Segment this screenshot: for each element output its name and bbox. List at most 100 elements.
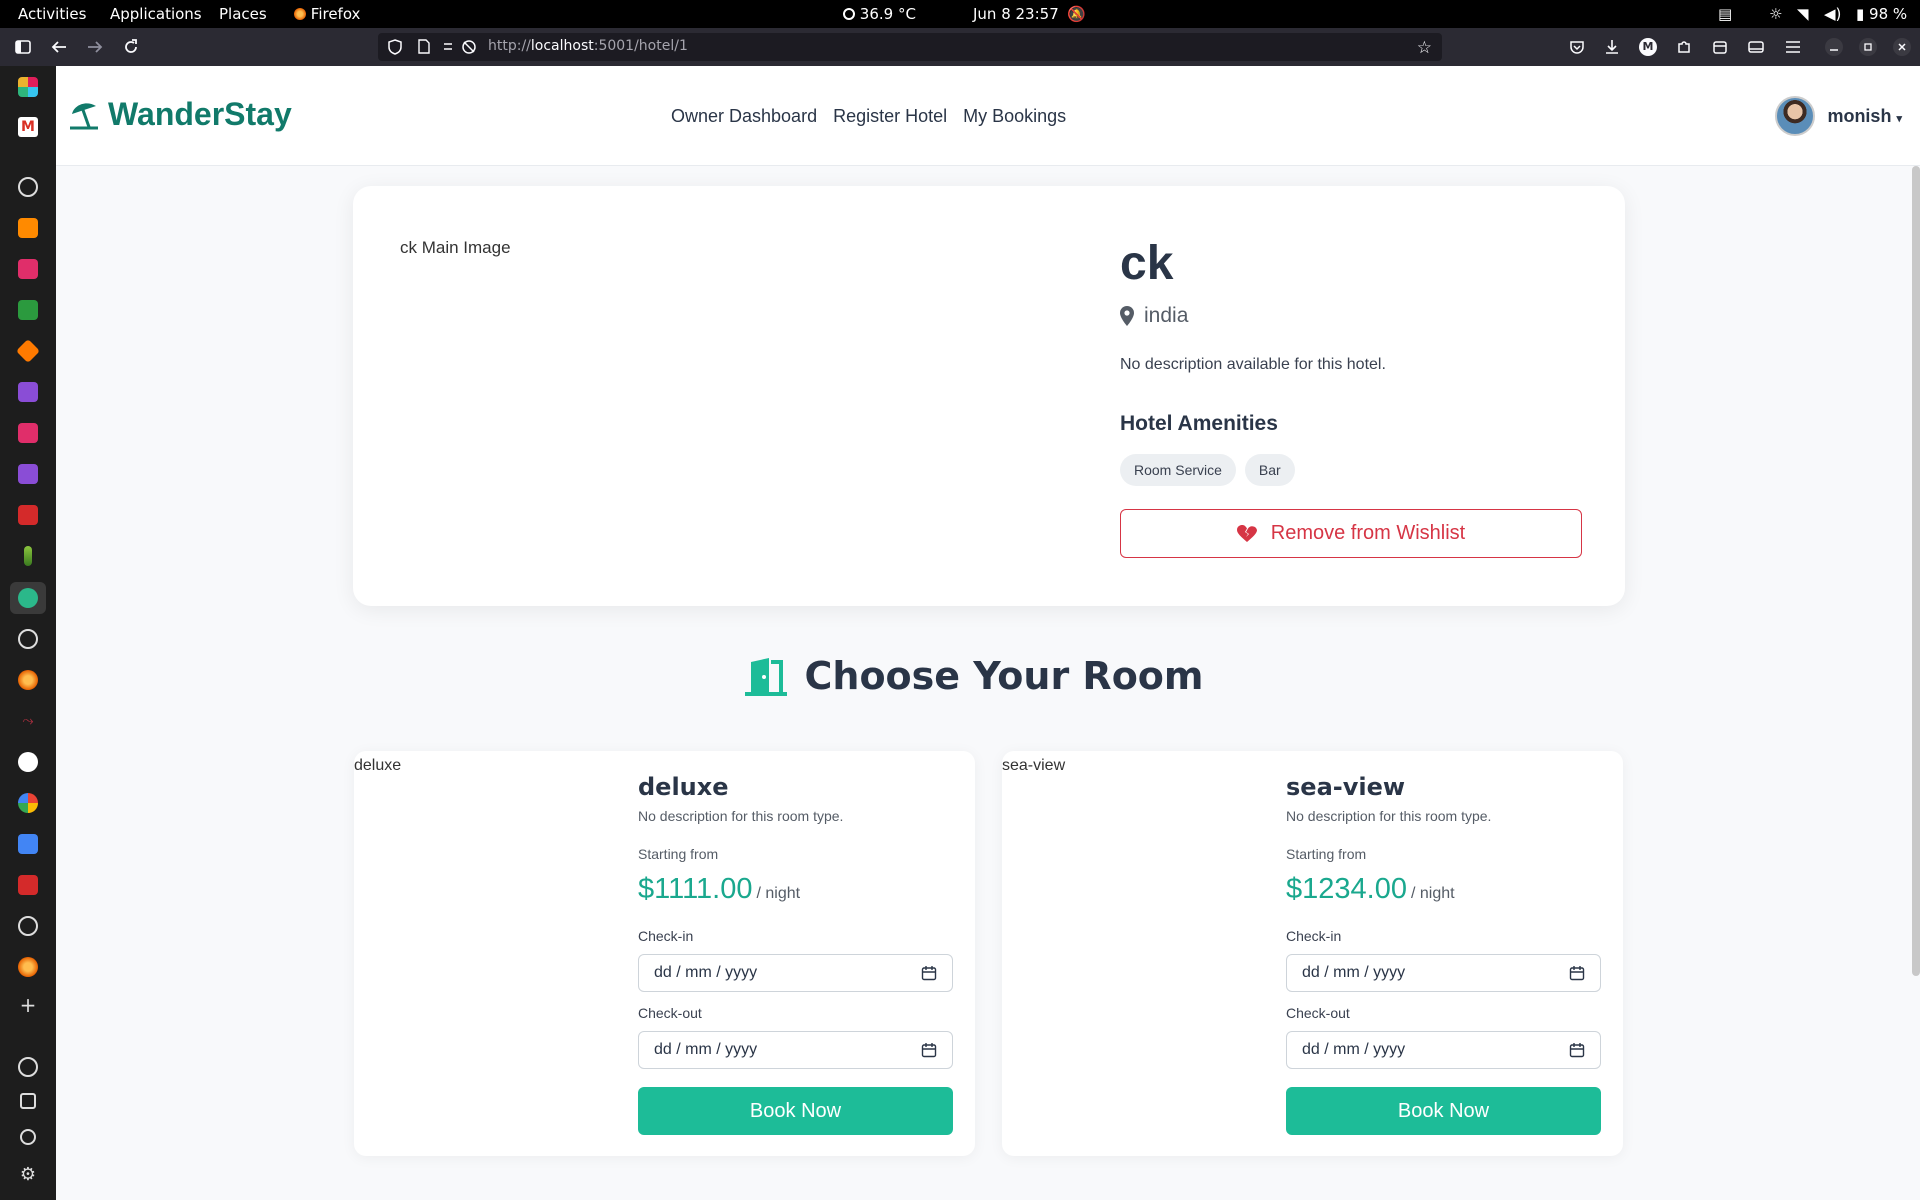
back-icon[interactable] — [50, 38, 68, 56]
slides-icon[interactable] — [18, 875, 38, 895]
checkout-label: Check-out — [638, 1005, 702, 1021]
battery-icon: ▮ — [1856, 5, 1865, 23]
user-menu[interactable]: monish ▾ — [1775, 96, 1902, 136]
tab-view-icon[interactable] — [1747, 38, 1765, 56]
calendar-icon[interactable] — [1569, 1042, 1585, 1058]
container-icon[interactable] — [1711, 38, 1729, 56]
spreadsheet-app-icon[interactable] — [18, 300, 38, 320]
room-name: deluxe — [638, 773, 729, 801]
key-app-icon[interactable] — [24, 546, 32, 566]
sidebar-toggle-icon[interactable] — [14, 38, 32, 56]
intellij-icon[interactable]: ⤳ — [18, 711, 38, 731]
clipboard-icon[interactable]: ▤ — [1718, 5, 1732, 23]
checkin-date-input[interactable]: dd / mm / yyyy — [638, 954, 953, 992]
room-card: deluxe deluxe No description for this ro… — [354, 751, 975, 1156]
slack-icon[interactable] — [18, 77, 38, 97]
checkin-label: Check-in — [1286, 928, 1342, 944]
globe-app-2-icon[interactable] — [18, 916, 38, 936]
remove-from-wishlist-button[interactable]: Remove from Wishlist — [1120, 509, 1582, 558]
username: monish — [1827, 105, 1892, 126]
calendar-icon[interactable] — [921, 965, 937, 981]
docs-icon[interactable] — [18, 834, 38, 854]
caret-down-icon: ▾ — [1896, 112, 1902, 125]
minimize-icon[interactable] — [1825, 38, 1843, 56]
activities-button[interactable]: Activities — [18, 5, 86, 23]
extensions-icon[interactable] — [1675, 38, 1693, 56]
price-value: $1111.00 — [638, 873, 753, 905]
downloads-icon[interactable] — [1603, 38, 1621, 56]
url-text: http://localhost:5001/hotel/1 — [488, 38, 688, 54]
reload-icon[interactable] — [122, 38, 140, 56]
close-icon[interactable] — [1893, 38, 1911, 56]
bookmark-star-icon[interactable]: ☆ — [1417, 38, 1432, 58]
brand-logo[interactable]: WanderStay — [68, 96, 292, 133]
nav-my-bookings[interactable]: My Bookings — [963, 106, 1066, 127]
hotel-location: india — [1120, 304, 1188, 328]
applications-menu[interactable]: Applications — [110, 5, 202, 23]
checkout-date-input[interactable]: dd / mm / yyyy — [1286, 1031, 1601, 1069]
package-app-icon[interactable] — [15, 338, 41, 364]
clock-app-icon[interactable] — [20, 1129, 36, 1145]
amenity-chip: Bar — [1244, 454, 1295, 486]
calendar-icon[interactable] — [921, 1042, 937, 1058]
rss-app-icon[interactable] — [18, 218, 38, 238]
rooms-title-text: Choose Your Room — [804, 654, 1204, 698]
web-app-icon[interactable] — [18, 259, 38, 279]
places-menu[interactable]: Places — [219, 5, 267, 23]
permissions-icon[interactable] — [442, 39, 478, 59]
firefox-dock-icon[interactable] — [18, 670, 38, 690]
nav-register-hotel[interactable]: Register Hotel — [833, 106, 947, 127]
firefox-dock-2-icon[interactable] — [18, 957, 38, 977]
chrome-icon[interactable] — [18, 793, 38, 813]
amenity-chip: Room Service — [1120, 454, 1236, 486]
door-open-icon — [744, 658, 787, 696]
web-app-violet-icon[interactable] — [18, 464, 38, 484]
page-icon — [418, 39, 430, 58]
web-app-pink-icon[interactable] — [18, 423, 38, 443]
starting-from-label: Starting from — [638, 846, 719, 862]
shield-icon[interactable] — [388, 39, 402, 59]
account-m-icon[interactable]: M — [1639, 38, 1657, 56]
printer-icon[interactable] — [20, 1093, 36, 1109]
github-icon[interactable] — [18, 752, 38, 772]
book-now-button[interactable]: Book Now — [1286, 1087, 1601, 1135]
battery-text: 98 % — [1869, 5, 1908, 23]
room-description: No description for this room type. — [1286, 808, 1492, 824]
web-browser-icon[interactable] — [18, 177, 38, 197]
amenities-title: Hotel Amenities — [1120, 412, 1278, 435]
room-name: sea-view — [1286, 773, 1406, 801]
clock[interactable]: Jun 8 23:57 — [973, 5, 1059, 23]
gmail-icon[interactable]: M — [18, 117, 38, 137]
checkout-placeholder: dd / mm / yyyy — [1302, 1041, 1406, 1058]
firefox-app-menu[interactable]: Firefox — [294, 5, 360, 23]
room-image: sea-view — [1002, 757, 1066, 774]
hotel-name: ck — [1120, 237, 1174, 290]
cloud-app-icon[interactable] — [18, 588, 38, 608]
web-app-purple-icon[interactable] — [18, 382, 38, 402]
calendar-icon[interactable] — [1569, 965, 1585, 981]
checkin-date-input[interactable]: dd / mm / yyyy — [1286, 954, 1601, 992]
page-scrollbar[interactable] — [1912, 166, 1920, 976]
checkin-placeholder: dd / mm / yyyy — [1302, 964, 1406, 981]
menu-icon[interactable] — [1784, 38, 1802, 56]
checkout-date-input[interactable]: dd / mm / yyyy — [638, 1031, 953, 1069]
restore-icon[interactable] — [1859, 38, 1877, 56]
price-unit: / night — [756, 885, 801, 902]
chatgpt-icon[interactable] — [18, 1057, 38, 1077]
site-navbar: WanderStay Owner Dashboard Register Hote… — [56, 66, 1920, 166]
book-now-button[interactable]: Book Now — [638, 1087, 953, 1135]
checkin-label: Check-in — [638, 928, 694, 944]
battery-indicator[interactable]: ▮ 98 % — [1856, 5, 1907, 23]
settings-gear-icon[interactable]: ⚙ — [18, 1165, 38, 1185]
brand-name: WanderStay — [108, 96, 292, 132]
hotel-description: No description available for this hotel. — [1120, 356, 1386, 373]
pocket-icon[interactable] — [1568, 38, 1586, 56]
nav-owner-dashboard[interactable]: Owner Dashboard — [671, 106, 817, 127]
brightness-icon: ☼ — [1769, 5, 1783, 23]
globe-app-icon[interactable] — [18, 629, 38, 649]
add-app-icon[interactable]: + — [18, 995, 38, 1015]
presentation-app-icon[interactable] — [18, 505, 38, 525]
url-bar[interactable]: http://localhost:5001/hotel/1 ☆ — [378, 33, 1442, 61]
forward-icon[interactable] — [86, 38, 104, 56]
avatar — [1775, 96, 1816, 136]
